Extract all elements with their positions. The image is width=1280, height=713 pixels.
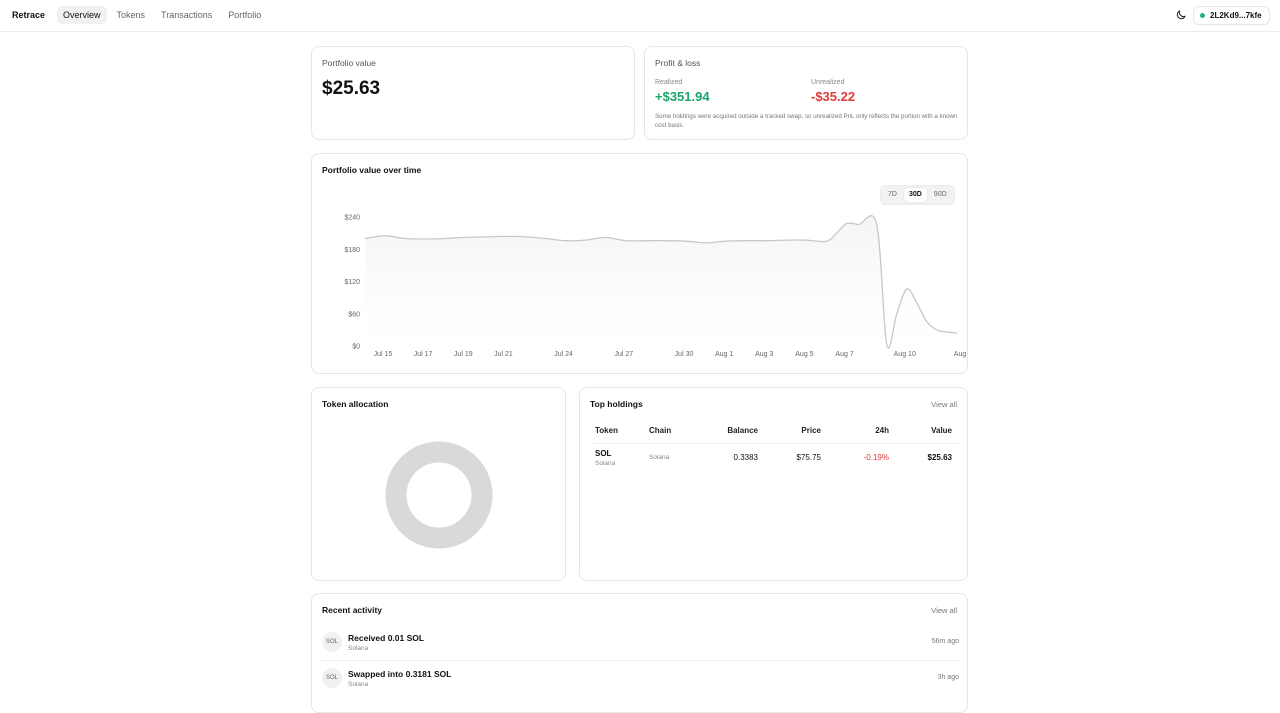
x-tick-label: Jul 15	[374, 351, 393, 358]
col-header-balance[interactable]: Balance	[727, 426, 758, 435]
col-header-24h[interactable]: 24h	[875, 426, 889, 435]
chart-area-fill	[365, 215, 957, 348]
y-tick-label: $180	[344, 247, 360, 254]
value-chart-title: Portfolio value over time	[322, 165, 422, 175]
y-tick-label: $60	[348, 311, 360, 318]
value-chart: $0 $60 $120 $180 $240 Jul 15 Jul 17 Jul 19 Jul 2…	[344, 215, 969, 359]
holding-balance: 0.3383	[733, 453, 758, 462]
recent-activity-card: Recent activity View all SOL Received 0.…	[311, 593, 968, 713]
range-7d-button[interactable]: 7D	[883, 188, 902, 202]
nav-tabs: Overview Tokens Transactions Portfolio	[57, 6, 267, 24]
range-30d-button[interactable]: 30D	[903, 188, 927, 202]
x-tick-label: Aug 3	[755, 351, 773, 358]
x-tick-label: Aug 13	[954, 351, 969, 358]
pnl-title: Profit & loss	[655, 58, 701, 68]
col-header-value[interactable]: Value	[931, 426, 952, 435]
y-tick-label: $120	[344, 279, 360, 286]
x-tick-label: Aug 5	[795, 351, 813, 358]
portfolio-value-title: Portfolio value	[322, 58, 376, 68]
activity-title: Swapped into 0.3181 SOL	[348, 669, 452, 679]
col-header-price[interactable]: Price	[801, 426, 821, 435]
realized-value: +$351.94	[655, 89, 710, 104]
activity-time: 56m ago	[931, 638, 959, 645]
range-90d-button[interactable]: 90D	[929, 188, 952, 202]
holding-token-chain: Solana	[595, 460, 616, 467]
activity-view-all-link[interactable]: View all	[931, 606, 957, 615]
x-tick-label: Jul 21	[494, 351, 513, 358]
range-selector: 7D 30D 90D	[880, 185, 955, 205]
x-tick-label: Jul 19	[454, 351, 473, 358]
activity-item[interactable]: SOL Swapped into 0.3181 SOL Solana 3h ag…	[322, 668, 959, 704]
realized-label: Realized	[655, 79, 683, 86]
tab-tokens[interactable]: Tokens	[111, 6, 152, 24]
activity-time: 3h ago	[937, 674, 959, 681]
x-tick-label: Aug 7	[835, 351, 853, 358]
recent-activity-title: Recent activity	[322, 605, 382, 615]
x-tick-label: Jul 27	[614, 351, 633, 358]
col-header-chain[interactable]: Chain	[649, 426, 671, 435]
tab-overview[interactable]: Overview	[57, 6, 107, 24]
holding-value: $25.63	[927, 453, 952, 462]
top-holdings-card: Top holdings View all Token Chain Balanc…	[579, 387, 968, 581]
allocation-donut	[385, 441, 493, 549]
wallet-status-dot	[1200, 13, 1205, 18]
activity-item[interactable]: SOL Received 0.01 SOL Solana 56m ago	[322, 632, 959, 668]
y-tick-label: $240	[344, 215, 360, 222]
brand-logo[interactable]: Retrace	[12, 10, 45, 20]
theme-toggle-moon-icon[interactable]	[1175, 9, 1187, 21]
token-allocation-title: Token allocation	[322, 399, 389, 409]
activity-divider	[322, 660, 959, 661]
top-nav: Retrace Overview Tokens Transactions Por…	[0, 0, 1280, 32]
table-divider	[590, 443, 959, 444]
holding-token: SOL	[595, 449, 612, 458]
token-avatar: SOL	[322, 632, 342, 652]
portfolio-value-amount: $25.63	[322, 78, 381, 99]
allocation-slice	[385, 441, 493, 549]
holding-chain: Solana	[649, 454, 670, 461]
y-tick-label: $0	[352, 344, 360, 351]
x-tick-label: Aug 10	[894, 351, 916, 358]
activity-title: Received 0.01 SOL	[348, 633, 425, 643]
top-holdings-title: Top holdings	[590, 399, 643, 409]
pnl-note: Some holdings were acquired outside a tr…	[655, 113, 958, 129]
x-tick-label: Aug 1	[715, 351, 733, 358]
activity-chain: Solana	[348, 645, 369, 652]
wallet-address: 2L2Kd9...7kfe	[1210, 11, 1262, 20]
pnl-card: Profit & loss Realized +$351.94 Unrealiz…	[644, 46, 968, 140]
tab-portfolio[interactable]: Portfolio	[222, 6, 267, 24]
unrealized-label: Unrealized	[811, 79, 845, 86]
value-chart-card: $0 $60 $120 $180 $240 Jul 15 Jul 17 Jul 19 Jul 2…	[311, 153, 969, 374]
holdings-view-all-link[interactable]: View all	[931, 400, 957, 409]
token-allocation-card: Token allocation	[311, 387, 566, 581]
holding-price: $75.75	[796, 453, 821, 462]
holding-24h-change: -0.19%	[863, 453, 889, 462]
tab-transactions[interactable]: Transactions	[155, 6, 218, 24]
x-tick-label: Jul 17	[414, 351, 433, 358]
col-header-token[interactable]: Token	[595, 426, 618, 435]
portfolio-value-card: Portfolio value $25.63	[311, 46, 635, 140]
token-avatar: SOL	[322, 668, 342, 688]
wallet-button[interactable]: 2L2Kd9...7kfe	[1193, 6, 1270, 25]
activity-chain: Solana	[348, 681, 369, 688]
x-tick-label: Jul 30	[675, 351, 694, 358]
x-tick-label: Jul 24	[554, 351, 573, 358]
unrealized-value: -$35.22	[811, 89, 856, 104]
